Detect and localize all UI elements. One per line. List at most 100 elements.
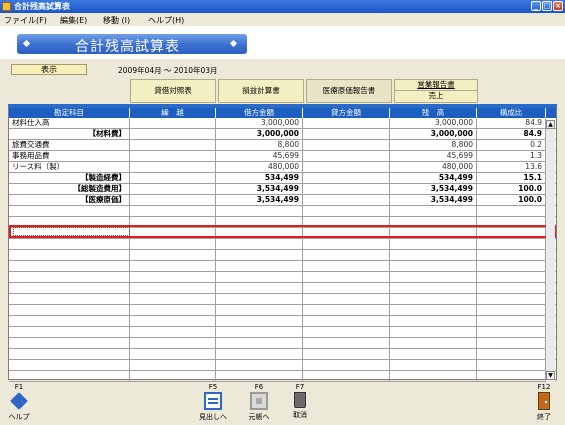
- menu-help[interactable]: ヘルプ(H): [148, 15, 184, 26]
- f1-help-button[interactable]: F1 ヘルプ: [6, 383, 32, 422]
- menu-edit[interactable]: 編集(E): [60, 15, 87, 26]
- cell-balance: [390, 338, 477, 348]
- cell-credit: [303, 294, 390, 304]
- cell-ratio: [477, 316, 546, 326]
- table-header: 勘定科目 繰 越 借方金額 貸方金額 残 高 構成比: [9, 108, 556, 118]
- table-row[interactable]: [9, 316, 556, 327]
- cell-carry: [130, 162, 216, 172]
- cell-ratio: [477, 360, 546, 370]
- cell-ratio: [477, 371, 546, 381]
- table-row[interactable]: 【製造経費】 534,499 534,499 15.1: [9, 173, 556, 184]
- cell-balance: [390, 239, 477, 249]
- cell-carry: [130, 294, 216, 304]
- diamond-icon: [229, 39, 238, 48]
- door-icon: [538, 392, 550, 410]
- f7-label: 取消: [293, 411, 307, 419]
- cell-debit: 3,000,000: [216, 129, 303, 139]
- table-row[interactable]: [9, 206, 556, 217]
- cell-credit: [303, 327, 390, 337]
- close-icon[interactable]: ×: [553, 1, 563, 11]
- table-row[interactable]: [9, 349, 556, 360]
- tab-business-report-label: 営業報告書: [395, 80, 477, 91]
- cell-balance: [390, 261, 477, 271]
- display-button[interactable]: 表示: [11, 64, 87, 75]
- table-row[interactable]: [9, 338, 556, 349]
- minimize-icon[interactable]: _: [531, 1, 541, 11]
- tab-business-report[interactable]: 営業報告書 売上: [394, 79, 478, 103]
- focus-outline: [13, 227, 130, 236]
- f6-ledger-button[interactable]: F6 元帳へ: [244, 383, 274, 422]
- cell-ratio: [477, 294, 546, 304]
- cell-ratio: [477, 272, 546, 282]
- cell-balance: [390, 250, 477, 260]
- cell-carry: [130, 349, 216, 359]
- f5-heading-button[interactable]: F5 見出しへ: [198, 383, 228, 422]
- cell-carry: [130, 206, 216, 216]
- cell-account: リース料（製）: [9, 162, 130, 172]
- menu-file[interactable]: ファイル(F): [4, 15, 47, 26]
- vertical-scrollbar[interactable]: [546, 120, 555, 382]
- table-row[interactable]: [9, 327, 556, 338]
- cell-carry: [130, 283, 216, 293]
- cell-carry: [130, 173, 216, 183]
- cell-balance: 3,000,000: [390, 118, 477, 128]
- cell-account: [9, 294, 130, 304]
- table-row[interactable]: 材料仕入高 3,000,000 3,000,000 84.9: [9, 118, 556, 129]
- f5-key-label: F5: [208, 383, 218, 391]
- table-row[interactable]: [9, 371, 556, 382]
- table-row[interactable]: [9, 250, 556, 261]
- cell-balance: 3,000,000: [390, 129, 477, 139]
- cell-ratio: 0.2: [477, 140, 546, 150]
- table-row[interactable]: 【総製造費用】 3,534,499 3,534,499 100.0: [9, 184, 556, 195]
- cell-debit: 3,000,000: [216, 118, 303, 128]
- cell-carry: [130, 327, 216, 337]
- f1-key-label: F1: [14, 383, 24, 391]
- cell-account: 材料仕入高: [9, 118, 130, 128]
- tab-sales-label[interactable]: 売上: [395, 91, 477, 102]
- cell-carry: [130, 261, 216, 271]
- cell-debit: [216, 239, 303, 249]
- cell-carry: [130, 129, 216, 139]
- table-row[interactable]: [9, 261, 556, 272]
- cell-debit: [216, 250, 303, 260]
- table-row[interactable]: [9, 239, 556, 250]
- table-row[interactable]: [9, 294, 556, 305]
- table-row[interactable]: 【材料費】 3,000,000 3,000,000 84.9: [9, 129, 556, 140]
- header-account: 勘定科目: [9, 108, 130, 118]
- cell-account: 【製造経費】: [9, 173, 130, 183]
- tab-medical-cost-report[interactable]: 医療原価報告書: [306, 79, 392, 103]
- table-row[interactable]: [9, 305, 556, 316]
- scroll-up-icon[interactable]: ▲: [546, 120, 555, 129]
- cell-debit: 480,000: [216, 162, 303, 172]
- table-row[interactable]: リース料（製） 480,000 480,000 13.6: [9, 162, 556, 173]
- table-row[interactable]: [9, 272, 556, 283]
- table-row[interactable]: 【医療原価】 3,534,499 3,534,499 100.0: [9, 195, 556, 206]
- cell-credit: [303, 250, 390, 260]
- window-title: 合計残高試算表: [14, 2, 70, 11]
- cell-carry: [130, 239, 216, 249]
- cell-balance: [390, 206, 477, 216]
- tab-income-statement[interactable]: 損益計算書: [218, 79, 304, 103]
- cell-debit: 45,699: [216, 151, 303, 161]
- table-row[interactable]: 旅費交通費 8,800 8,800 0.2: [9, 140, 556, 151]
- menu-move[interactable]: 移動 (I): [103, 15, 130, 26]
- table-row[interactable]: [9, 360, 556, 371]
- f12-exit-button[interactable]: F12 終了: [530, 383, 558, 422]
- f7-cancel-button[interactable]: F7 取消: [288, 383, 312, 420]
- table-row[interactable]: [9, 283, 556, 294]
- list-icon: [204, 392, 222, 410]
- cell-debit: 8,800: [216, 140, 303, 150]
- cell-ratio: 13.6: [477, 162, 546, 172]
- cell-ratio: 15.1: [477, 173, 546, 183]
- maximize-icon[interactable]: □: [542, 1, 552, 11]
- cell-account: 【医療原価】: [9, 195, 130, 205]
- cell-balance: [390, 283, 477, 293]
- cell-debit: [216, 349, 303, 359]
- scroll-down-icon[interactable]: ▼: [546, 371, 555, 380]
- header-balance: 残 高: [390, 108, 477, 118]
- cell-ratio: [477, 206, 546, 216]
- table-row[interactable]: 事務用品費 45,699 45,699 1.3: [9, 151, 556, 162]
- tab-balance-sheet[interactable]: 貸借対照表: [130, 79, 216, 103]
- cell-debit: [216, 261, 303, 271]
- cell-credit: [303, 261, 390, 271]
